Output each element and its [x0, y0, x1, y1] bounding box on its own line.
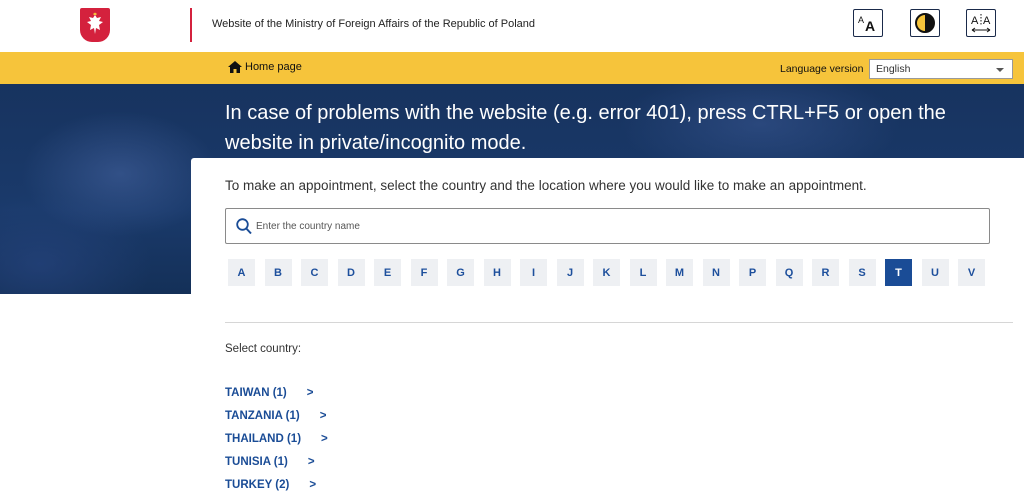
svg-text:A: A — [983, 15, 991, 27]
letter-filter-b[interactable]: B — [264, 259, 292, 286]
svg-text:A: A — [865, 18, 875, 34]
letter-spacing-icon: A A — [971, 14, 991, 33]
alphabet-filter: ABCDEFGHIJKLMNPQRSTUV — [228, 259, 985, 286]
site-title: Website of the Ministry of Foreign Affai… — [212, 18, 536, 30]
country-link[interactable]: TANZANIA (1) > — [225, 404, 328, 427]
font-size-icon: A A — [858, 15, 875, 34]
header-divider — [190, 8, 192, 42]
section-divider — [225, 322, 1013, 323]
top-navbar: Home page Language version English — [0, 52, 1024, 84]
svg-text:A: A — [858, 15, 864, 25]
country-label: TAIWAN (1) — [225, 386, 287, 399]
country-label: TUNISIA (1) — [225, 455, 288, 468]
country-label: TANZANIA (1) — [225, 409, 300, 422]
letter-filter-i[interactable]: I — [520, 259, 547, 286]
font-size-button[interactable]: A A — [853, 9, 883, 37]
letter-filter-k[interactable]: K — [593, 259, 620, 286]
country-link[interactable]: TAIWAN (1) > — [225, 381, 328, 404]
home-page-label: Home page — [245, 61, 302, 73]
language-selected-value: English — [876, 63, 911, 75]
chevron-right-icon: > — [306, 386, 314, 399]
contrast-button[interactable] — [910, 9, 940, 37]
select-country-label: Select country: — [225, 343, 302, 355]
chevron-right-icon: > — [321, 432, 328, 445]
letter-filter-g[interactable]: G — [447, 259, 474, 286]
country-link[interactable]: TUNISIA (1) > — [225, 450, 328, 473]
country-label: TURKEY (2) — [225, 478, 290, 491]
letter-filter-p[interactable]: P — [739, 259, 766, 286]
letter-filter-s[interactable]: S — [848, 259, 876, 286]
chevron-right-icon: > — [307, 455, 315, 468]
letter-filter-c[interactable]: C — [301, 259, 328, 286]
letter-spacing-button[interactable]: A A — [966, 9, 996, 37]
country-search[interactable] — [225, 208, 990, 244]
appointment-instruction: To make an appointment, select the count… — [225, 178, 867, 193]
country-link[interactable]: TURKEY (2) > — [225, 473, 328, 494]
letter-filter-d[interactable]: D — [337, 259, 365, 286]
chevron-right-icon: > — [319, 409, 327, 422]
letter-filter-l[interactable]: L — [629, 259, 657, 286]
letter-filter-e[interactable]: E — [374, 259, 401, 286]
home-icon — [228, 61, 242, 73]
letter-filter-a[interactable]: A — [228, 259, 255, 286]
letter-filter-t[interactable]: T — [885, 259, 912, 286]
letter-filter-m[interactable]: M — [666, 259, 693, 286]
letter-filter-r[interactable]: R — [812, 259, 839, 286]
contrast-icon — [915, 13, 935, 33]
chevron-down-icon — [996, 68, 1004, 72]
letter-filter-f[interactable]: F — [410, 259, 438, 286]
hero-message: In case of problems with the website (e.… — [225, 102, 946, 154]
letter-filter-n[interactable]: N — [702, 259, 730, 286]
letter-filter-h[interactable]: H — [483, 259, 511, 286]
polish-eagle-emblem-icon[interactable] — [80, 8, 110, 42]
letter-filter-q[interactable]: Q — [775, 259, 803, 286]
country-label: THAILAND (1) — [225, 432, 302, 445]
letter-filter-v[interactable]: V — [958, 259, 985, 286]
country-search-input[interactable] — [256, 217, 956, 235]
language-select[interactable]: English — [869, 59, 1013, 79]
letter-filter-j[interactable]: J — [556, 259, 584, 286]
country-list: TAIWAN (1) > TANZANIA (1) > THAILAND (1) > TUN… — [225, 381, 328, 494]
site-header: Website of the Ministry of Foreign Affai… — [0, 0, 1024, 52]
svg-text:A: A — [971, 15, 979, 27]
chevron-right-icon: > — [309, 478, 317, 491]
letter-filter-u[interactable]: U — [921, 259, 949, 286]
home-page-link[interactable]: Home page — [228, 61, 302, 73]
language-version-label: Language version — [780, 63, 864, 75]
search-icon — [236, 218, 252, 235]
country-link[interactable]: THAILAND (1) > — [225, 427, 328, 450]
